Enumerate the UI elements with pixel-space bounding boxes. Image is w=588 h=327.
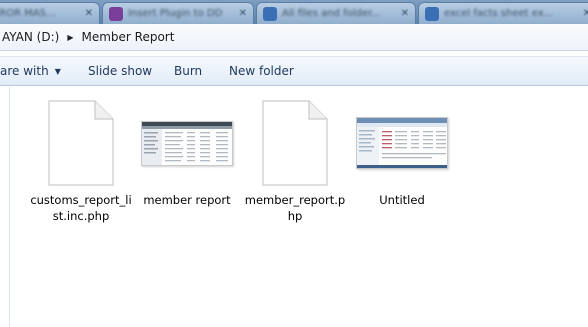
file-item[interactable]: member_report.p hp xyxy=(240,100,350,224)
new-folder-label: New folder xyxy=(229,64,294,78)
tab-all-files[interactable]: All files and folder... ✕ xyxy=(256,2,416,24)
tab-icon xyxy=(263,6,277,21)
file-item[interactable]: Untitled xyxy=(347,100,457,208)
file-name: Untitled xyxy=(379,193,425,207)
browser-tab-strip: ERROR MAS... ✕ Insert Plugin to DD ✕ All… xyxy=(0,0,588,24)
chevron-down-icon: ▼ xyxy=(54,66,61,76)
image-thumbnail xyxy=(347,100,457,186)
command-bar: are with ▼ Slide show Burn New folder xyxy=(0,56,588,86)
tab-label: All files and folder... xyxy=(282,8,381,19)
share-with-label: are with xyxy=(0,64,49,78)
breadcrumb-folder[interactable]: Member Report xyxy=(81,30,174,44)
address-bar[interactable]: AYAN (D:) ▶ Member Report xyxy=(0,24,588,51)
new-folder-button[interactable]: New folder xyxy=(229,64,294,78)
close-icon[interactable]: ✕ xyxy=(401,8,409,19)
close-icon[interactable]: ✕ xyxy=(583,8,588,19)
tab-label: Insert Plugin to DD xyxy=(128,8,223,19)
file-name: member report xyxy=(143,193,231,207)
tab-icon xyxy=(109,6,123,21)
document-icon xyxy=(47,100,115,186)
slide-show-button[interactable]: Slide show xyxy=(88,64,152,78)
burn-button[interactable]: Burn xyxy=(174,64,202,78)
member-report-preview xyxy=(141,120,233,166)
file-item[interactable]: member report xyxy=(132,100,242,208)
close-icon[interactable]: ✕ xyxy=(85,8,93,19)
slide-show-label: Slide show xyxy=(88,64,153,78)
pane-divider xyxy=(9,87,10,327)
document-icon xyxy=(261,100,329,186)
file-name: member_report.p hp xyxy=(244,193,346,223)
file-name: customs_report_li st.inc.php xyxy=(30,193,132,223)
tab-icon xyxy=(425,6,439,21)
tab-excel[interactable]: excel facts sheet ex... ✕ xyxy=(418,2,588,24)
breadcrumb-drive[interactable]: AYAN (D:) xyxy=(2,30,59,44)
close-icon[interactable]: ✕ xyxy=(239,8,247,19)
burn-label: Burn xyxy=(174,64,203,78)
share-with-button[interactable]: are with ▼ xyxy=(0,64,61,78)
untitled-preview xyxy=(356,117,448,169)
tab-insert-plugin[interactable]: Insert Plugin to DD ✕ xyxy=(102,2,254,24)
breadcrumb-arrow-icon[interactable]: ▶ xyxy=(67,33,73,42)
tab-label: ERROR MAS... xyxy=(0,8,56,19)
file-item[interactable]: customs_report_li st.inc.php xyxy=(26,100,136,224)
tab-label: excel facts sheet ex... xyxy=(444,8,554,19)
tab-error[interactable]: ERROR MAS... ✕ xyxy=(0,2,100,24)
image-thumbnail xyxy=(132,100,242,186)
